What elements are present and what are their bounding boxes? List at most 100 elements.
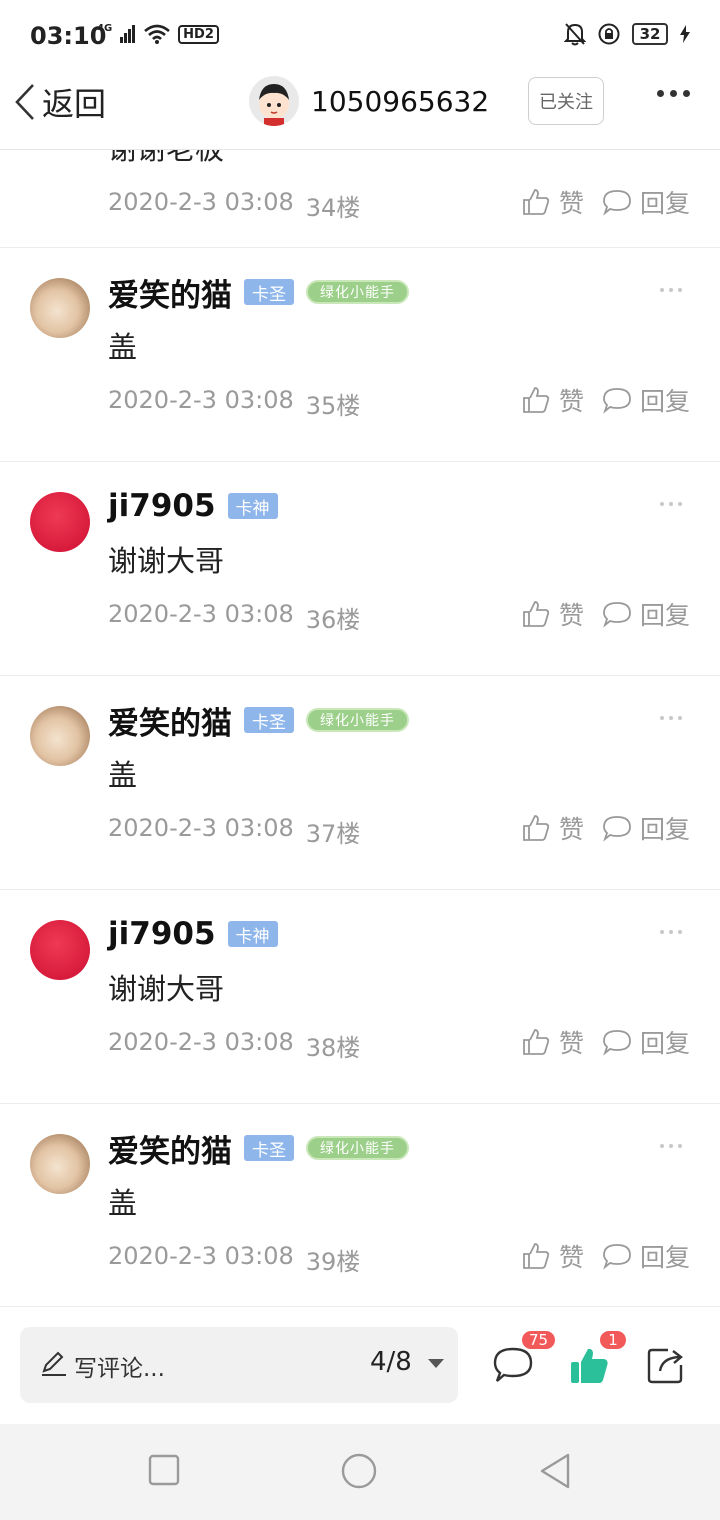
dot-icon	[678, 716, 682, 720]
status-time: 03:10	[30, 22, 107, 50]
back-button[interactable]: 返回	[14, 80, 106, 124]
user-avatar[interactable]	[30, 278, 90, 338]
back-label: 返回	[42, 85, 107, 123]
charging-icon	[680, 25, 690, 43]
recent-apps-icon[interactable]	[148, 1454, 180, 1486]
comment-count-badge: 75	[520, 1329, 558, 1351]
comment-meta: 2020-2-3 03:08 36楼	[108, 600, 360, 635]
comment-actions: 赞 回复	[521, 810, 690, 846]
comment-actions: 赞 回复	[521, 1238, 690, 1274]
like-button[interactable]: 赞	[521, 382, 584, 418]
user-name[interactable]: ji7905	[108, 488, 216, 524]
reply-bubble-icon	[603, 816, 631, 842]
comment-more-button[interactable]	[660, 502, 682, 506]
like-button[interactable]: 赞	[521, 1024, 584, 1060]
dot-icon	[657, 90, 664, 97]
user-name[interactable]: ji7905	[108, 916, 216, 952]
network-type: 4G	[97, 22, 113, 34]
comment-more-button[interactable]	[660, 930, 682, 934]
user-avatar[interactable]	[30, 920, 90, 980]
comment-more-button[interactable]	[660, 1144, 682, 1148]
comment-header: ji7905 卡神	[108, 914, 278, 954]
comment-actions: 赞 回复	[521, 184, 690, 220]
user-name[interactable]: 爱笑的猫	[108, 1126, 232, 1171]
system-nav-bar	[0, 1424, 720, 1520]
caret-down-icon[interactable]	[428, 1359, 444, 1368]
share-icon	[647, 1348, 683, 1384]
page-indicator[interactable]: 4/8	[370, 1347, 412, 1377]
dot-icon	[670, 90, 677, 97]
comment-item: 爱笑的猫 卡圣 绿化小能手 盖 2020-2-3 03:08 39楼 赞 回复	[0, 1104, 720, 1306]
like-button[interactable]: 赞	[521, 810, 584, 846]
status-bar: 03:10 4G HD2 32	[0, 0, 720, 72]
dot-icon	[660, 288, 664, 292]
user-avatar[interactable]	[249, 76, 299, 126]
comment-text: 盖	[108, 1186, 138, 1220]
thumbs-up-icon	[523, 189, 550, 215]
nav-user[interactable]: 1050965632	[249, 76, 489, 126]
user-name[interactable]: 爱笑的猫	[108, 270, 232, 315]
comment-floor: 38楼	[305, 1034, 361, 1062]
reply-label: 回复	[639, 189, 690, 218]
dot-icon	[669, 930, 673, 934]
like-post-button[interactable]: 1	[568, 1329, 628, 1389]
page-title: 1050965632	[311, 84, 490, 118]
more-options-button[interactable]	[657, 90, 690, 97]
reply-button[interactable]: 回复	[602, 184, 690, 220]
write-comment-input[interactable]: 写评论... 4/8	[20, 1327, 458, 1403]
like-label: 赞	[558, 1029, 584, 1058]
comment-item: 爱笑的猫 卡圣 绿化小能手 盖 2020-2-3 03:08 35楼 赞 回复	[0, 248, 720, 462]
comment-more-button[interactable]	[660, 716, 682, 720]
user-avatar[interactable]	[30, 492, 90, 552]
comment-list[interactable]: 谢谢老板 2020-2-3 03:08 34楼 赞 回复 爱笑的猫	[0, 150, 720, 1306]
medal-badge: 绿化小能手	[306, 1136, 409, 1160]
level-badge: 卡神	[227, 493, 278, 519]
comment-date: 2020-2-3 03:08	[108, 814, 294, 842]
like-button[interactable]: 赞	[521, 1238, 584, 1274]
user-name[interactable]: 爱笑的猫	[108, 698, 232, 743]
comment-text: 谢谢大哥	[108, 972, 225, 1006]
dot-icon	[660, 502, 664, 506]
like-label: 赞	[558, 1243, 584, 1272]
reply-bubble-icon	[603, 602, 631, 628]
reply-button[interactable]: 回复	[602, 596, 690, 632]
thumbs-up-icon	[523, 1243, 550, 1269]
chevron-left-icon	[15, 84, 34, 120]
comments-button[interactable]: 75	[492, 1329, 558, 1389]
back-triangle-icon[interactable]	[538, 1452, 572, 1490]
like-label: 赞	[558, 189, 584, 218]
comment-text: 谢谢大哥	[108, 544, 225, 578]
user-avatar[interactable]	[30, 706, 90, 766]
comment-header: ji7905 卡神	[108, 486, 278, 526]
reply-button[interactable]: 回复	[602, 1238, 690, 1274]
share-button[interactable]	[646, 1345, 690, 1389]
comment-text: 谢谢老板	[108, 150, 224, 168]
battery-indicator: 32	[632, 23, 668, 45]
reply-button[interactable]: 回复	[602, 1024, 690, 1060]
user-avatar[interactable]	[30, 1134, 90, 1194]
comment-date: 2020-2-3 03:08	[108, 1242, 294, 1270]
status-left-icons: 4G HD2	[97, 22, 219, 44]
comment-header: 爱笑的猫 卡圣 绿化小能手	[108, 270, 409, 315]
comment-actions: 赞 回复	[521, 596, 690, 632]
dot-icon	[678, 288, 682, 292]
like-button[interactable]: 赞	[521, 596, 584, 632]
home-icon[interactable]	[340, 1452, 378, 1490]
level-badge: 卡神	[227, 921, 278, 947]
like-label: 赞	[558, 815, 584, 844]
follow-button[interactable]: 已关注	[528, 77, 604, 125]
reply-button[interactable]: 回复	[602, 382, 690, 418]
thumbs-up-icon	[523, 815, 550, 841]
write-comment-placeholder: 写评论...	[74, 1356, 165, 1382]
comment-more-button[interactable]	[660, 288, 682, 292]
reply-bubble-icon	[603, 1030, 631, 1056]
like-count-badge: 1	[598, 1329, 628, 1351]
comment-header: 爱笑的猫 卡圣 绿化小能手	[108, 1126, 409, 1171]
comment-date: 2020-2-3 03:08	[108, 1028, 294, 1056]
reply-bubble-icon	[603, 388, 631, 414]
reply-bubble-icon	[603, 1244, 631, 1270]
level-badge: 卡圣	[244, 279, 294, 305]
like-button[interactable]: 赞	[521, 184, 584, 220]
reply-button[interactable]: 回复	[602, 810, 690, 846]
comment-actions: 赞 回复	[521, 382, 690, 418]
